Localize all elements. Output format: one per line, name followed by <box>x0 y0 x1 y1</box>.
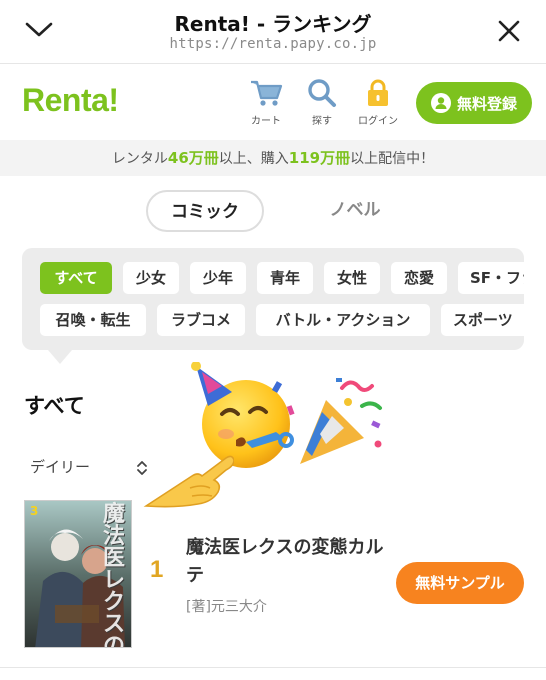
browser-bar: Renta! - ランキング https://renta.papy.co.jp <box>0 0 546 64</box>
rental-count: 46万冊 <box>167 149 219 167</box>
search-icon <box>308 79 336 107</box>
genre-panel-pointer <box>48 350 72 364</box>
genre-chip-isekai[interactable]: 召喚・転生 <box>40 304 146 336</box>
free-sample-button[interactable]: 無料サンプル <box>396 562 524 604</box>
login-button[interactable]: ログイン <box>350 78 406 130</box>
genre-chip-romance[interactable]: 恋愛 <box>391 262 447 294</box>
browser-url[interactable]: https://renta.papy.co.jp <box>0 36 546 52</box>
login-label: ログイン <box>358 116 398 127</box>
renta-logo[interactable]: Renta! <box>22 82 119 119</box>
book-cover-title: 魔法医レクスの変態 <box>103 501 126 648</box>
section-title: すべて <box>24 394 85 418</box>
search-label: 探す <box>312 116 332 127</box>
period-select[interactable]: デイリー <box>30 456 154 480</box>
genre-chip-all[interactable]: すべて <box>40 262 112 294</box>
search-button[interactable]: 探す <box>294 78 350 130</box>
cart-label: カート <box>251 116 281 127</box>
book-cover[interactable]: 3 魔法医レクスの変態 <box>24 500 132 648</box>
genre-chip-josei[interactable]: 女性 <box>324 262 380 294</box>
party-popper-icon <box>300 378 382 464</box>
rank-number: 1 <box>150 556 164 583</box>
ranking-item[interactable]: 3 魔法医レクスの変態 1 魔法医レクスの変態カルテ [著]元三大介 無料サンプ… <box>0 492 546 668</box>
cart-button[interactable]: カート <box>238 78 294 130</box>
genre-chip-sf-fantasy[interactable]: SF・ファンタジー <box>458 262 524 294</box>
genre-chip-seinen[interactable]: 青年 <box>257 262 313 294</box>
catalog-banner: レンタル46万冊以上、購入119万冊以上配信中！ <box>0 140 546 176</box>
banner-post: 以上配信中！ <box>350 151 435 167</box>
period-select-value: デイリー <box>30 458 91 476</box>
browser-title: Renta! - ランキング <box>174 12 372 36</box>
register-button[interactable]: 無料登録 <box>416 82 532 124</box>
cart-icon <box>251 80 283 106</box>
book-author[interactable]: [著]元三大介 <box>186 596 267 616</box>
purchase-count: 119万冊 <box>288 149 351 167</box>
tab-comic[interactable]: コミック <box>146 190 264 232</box>
book-title[interactable]: 魔法医レクスの変態カルテ <box>186 534 390 590</box>
site-header: Renta! カート 探す ログイン 無料登録 <box>0 64 546 140</box>
register-label: 無料登録 <box>456 94 517 113</box>
genre-chip-sports[interactable]: スポーツ <box>441 304 524 336</box>
genre-chip-shojo[interactable]: 少女 <box>123 262 179 294</box>
genre-chip-shonen[interactable]: 少年 <box>190 262 246 294</box>
pointing-hand-icon <box>143 455 234 508</box>
genre-chip-lovecome[interactable]: ラブコメ <box>157 304 245 336</box>
category-tabs: コミック ノベル <box>0 190 546 236</box>
genre-chip-battle-action[interactable]: バトル・アクション <box>256 304 430 336</box>
user-icon <box>430 93 451 113</box>
close-icon[interactable] <box>498 20 520 42</box>
genre-panel: すべて 少女 少年 青年 女性 恋愛 SF・ファンタジー 召喚・転生 ラブコメ … <box>22 248 524 350</box>
lock-icon <box>368 79 388 106</box>
banner-mid: 以上、購入 <box>218 151 289 167</box>
tab-novel[interactable]: ノベル <box>296 190 414 232</box>
banner-pre: レンタル <box>111 151 168 167</box>
book-cover-volume: 3 <box>30 504 38 518</box>
